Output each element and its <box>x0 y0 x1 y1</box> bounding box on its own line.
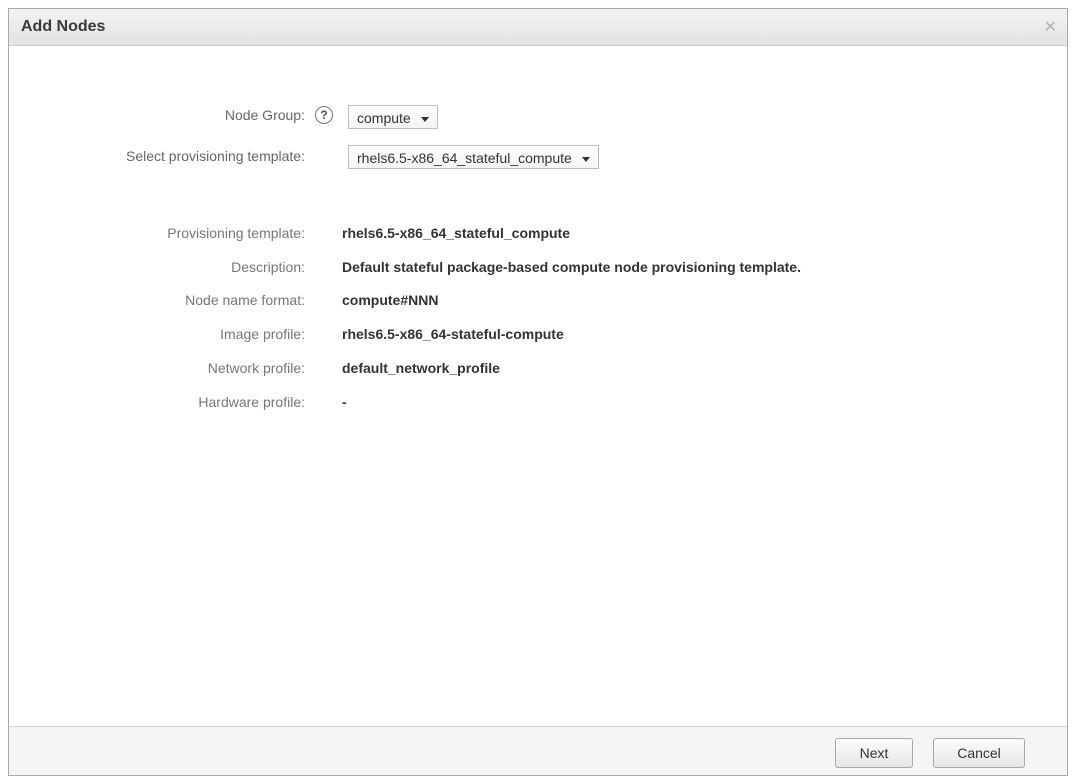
detail-value: default_network_profile <box>342 360 500 376</box>
dialog-titlebar: Add Nodes ✕ <box>9 9 1067 46</box>
close-icon[interactable]: ✕ <box>1044 17 1057 37</box>
next-button[interactable]: Next <box>835 738 913 768</box>
template-select-value: rhels6.5-x86_64_stateful_compute <box>357 150 572 166</box>
dialog-footer: Next Cancel <box>9 726 1067 775</box>
chevron-down-icon <box>420 116 429 122</box>
cancel-button[interactable]: Cancel <box>933 738 1025 768</box>
node-group-value: compute <box>357 110 411 126</box>
node-group-label: Node Group: <box>224 107 305 123</box>
detail-value: Default stateful package-based compute n… <box>342 259 801 275</box>
detail-value: - <box>342 394 347 410</box>
node-group-select[interactable]: compute <box>348 105 438 129</box>
detail-label: Description: <box>231 259 305 275</box>
detail-value: rhels6.5-x86_64-stateful-compute <box>342 326 564 342</box>
chevron-down-icon <box>581 156 590 162</box>
detail-label: Provisioning template: <box>167 225 305 241</box>
detail-label: Hardware profile: <box>198 394 305 410</box>
help-icon[interactable]: ? <box>315 106 333 124</box>
dialog-title: Add Nodes <box>21 18 106 35</box>
detail-value: compute#NNN <box>342 292 439 308</box>
detail-label: Node name format: <box>185 292 305 308</box>
detail-label: Network profile: <box>207 360 305 376</box>
detail-label: Image profile: <box>220 326 305 342</box>
add-nodes-dialog: Add Nodes ✕ Node Group: ? compute Select… <box>8 8 1068 776</box>
template-select[interactable]: rhels6.5-x86_64_stateful_compute <box>348 145 599 169</box>
template-select-label: Select provisioning template: <box>126 148 305 164</box>
detail-value: rhels6.5-x86_64_stateful_compute <box>342 225 570 241</box>
